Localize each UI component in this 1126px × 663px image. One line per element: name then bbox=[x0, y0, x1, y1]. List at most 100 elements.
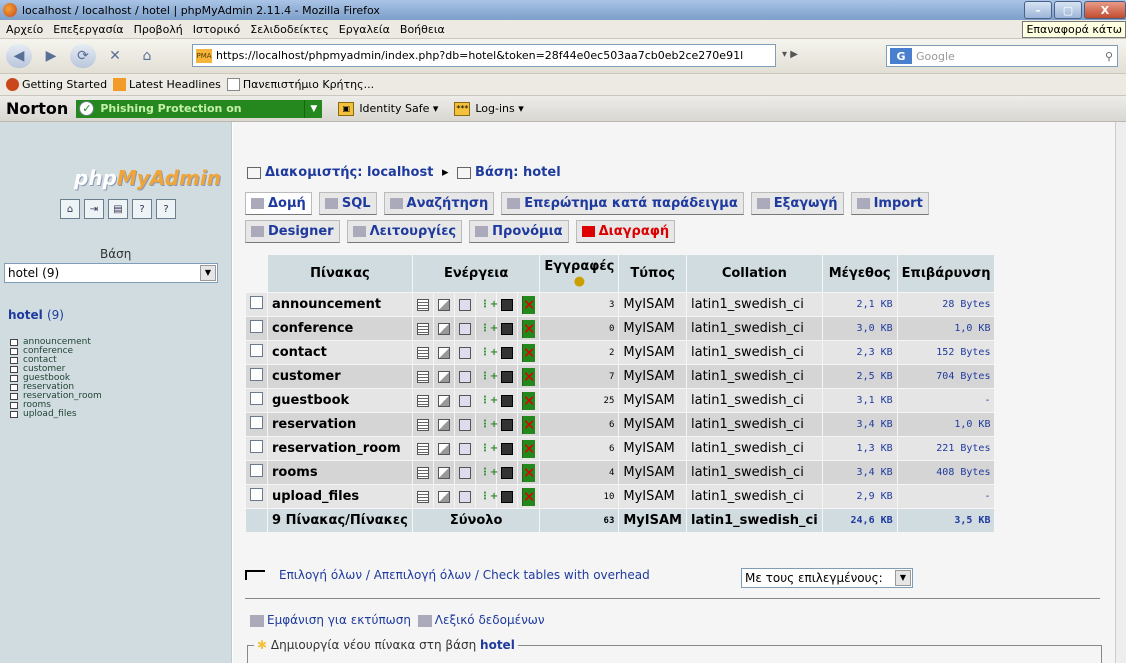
row-checkbox-cell[interactable] bbox=[246, 461, 267, 484]
search-icon[interactable] bbox=[458, 322, 471, 335]
insert-icon[interactable]: ⋮+ bbox=[480, 371, 498, 383]
browse-icon[interactable] bbox=[416, 490, 429, 503]
table-overhead[interactable]: 221 Bytes bbox=[897, 437, 995, 460]
empty-icon[interactable] bbox=[500, 490, 513, 503]
url-go-icons[interactable]: ▾ ▶ bbox=[782, 49, 798, 60]
table-name[interactable]: rooms bbox=[268, 461, 412, 484]
exit-icon[interactable]: ⇥ bbox=[84, 199, 104, 219]
drop-icon[interactable]: ✕ bbox=[521, 439, 536, 458]
table-size[interactable]: 3,0 KB bbox=[822, 317, 897, 340]
tab-search[interactable]: Αναζήτηση bbox=[383, 192, 495, 215]
insert-icon[interactable]: ⋮+ bbox=[480, 299, 498, 311]
insert-icon[interactable]: ⋮+ bbox=[480, 395, 498, 407]
maximize-button[interactable]: ▢ bbox=[1054, 1, 1082, 19]
log-ins[interactable]: *** Log-ins ▾ bbox=[454, 101, 524, 116]
empty-icon[interactable] bbox=[500, 394, 513, 407]
structure-icon-cell[interactable] bbox=[433, 365, 454, 388]
insert-icon-cell[interactable]: ⋮+ bbox=[475, 317, 498, 340]
search-icon[interactable] bbox=[458, 418, 471, 431]
tab-privileges[interactable]: Προνόμια bbox=[469, 220, 569, 243]
bookmark-latest-headlines[interactable]: Latest Headlines bbox=[113, 78, 221, 92]
empty-icon[interactable] bbox=[500, 418, 513, 431]
structure-icon-cell[interactable] bbox=[433, 461, 454, 484]
table-name[interactable]: customer bbox=[268, 365, 412, 388]
browse-icon-cell[interactable] bbox=[412, 461, 433, 484]
structure-icon-cell[interactable] bbox=[433, 389, 454, 412]
reload-button[interactable]: ⟳ bbox=[70, 44, 96, 68]
browse-icon-cell[interactable] bbox=[412, 365, 433, 388]
drop-icon-cell[interactable]: ✕ bbox=[517, 461, 540, 484]
empty-icon-cell[interactable] bbox=[496, 341, 517, 364]
search-icon[interactable] bbox=[458, 346, 471, 359]
browse-icon[interactable] bbox=[416, 394, 429, 407]
insert-icon[interactable]: ⋮+ bbox=[480, 347, 498, 359]
insert-icon-cell[interactable]: ⋮+ bbox=[475, 485, 498, 508]
google-engine-icon[interactable]: G bbox=[890, 48, 912, 64]
table-overhead[interactable]: - bbox=[897, 389, 995, 412]
drop-icon[interactable]: ✕ bbox=[521, 343, 536, 362]
search-icon-cell[interactable] bbox=[454, 485, 475, 508]
row-checkbox[interactable] bbox=[250, 392, 263, 405]
empty-icon-cell[interactable] bbox=[496, 389, 517, 412]
empty-icon-cell[interactable] bbox=[496, 437, 517, 460]
table-size[interactable]: 1,3 KB bbox=[822, 437, 897, 460]
search-icon[interactable] bbox=[458, 442, 471, 455]
stop-button[interactable]: ✕ bbox=[102, 44, 128, 68]
table-name[interactable]: contact bbox=[268, 341, 412, 364]
row-checkbox[interactable] bbox=[250, 464, 263, 477]
sql-query-icon[interactable]: ▤ bbox=[108, 199, 128, 219]
data-dictionary-link[interactable]: Λεξικό δεδομένων bbox=[435, 613, 545, 627]
empty-icon[interactable] bbox=[500, 466, 513, 479]
structure-icon-cell[interactable] bbox=[433, 413, 454, 436]
structure-icon-cell[interactable] bbox=[433, 317, 454, 340]
search-icon-cell[interactable] bbox=[454, 365, 475, 388]
row-checkbox[interactable] bbox=[250, 488, 263, 501]
search-icon-cell[interactable] bbox=[454, 389, 475, 412]
with-selected-select[interactable]: Με τους επιλεγμένους: ▼ bbox=[741, 568, 913, 588]
menu-history[interactable]: Ιστορικό bbox=[193, 23, 241, 36]
insert-icon[interactable]: ⋮+ bbox=[480, 323, 498, 335]
tab-export[interactable]: Εξαγωγή bbox=[750, 192, 844, 215]
close-button[interactable]: X bbox=[1084, 1, 1126, 19]
row-checkbox-cell[interactable] bbox=[246, 341, 267, 364]
phishing-protection[interactable]: ✓ Phishing Protection on bbox=[76, 99, 305, 118]
menu-file[interactable]: Αρχείο bbox=[6, 23, 43, 36]
table-size[interactable]: 2,3 KB bbox=[822, 341, 897, 364]
table-size[interactable]: 3,1 KB bbox=[822, 389, 897, 412]
drop-icon[interactable]: ✕ bbox=[521, 463, 536, 482]
drop-icon-cell[interactable]: ✕ bbox=[517, 293, 540, 316]
drop-icon[interactable]: ✕ bbox=[521, 295, 536, 314]
identity-safe[interactable]: ▣ Identity Safe ▾ bbox=[338, 101, 438, 116]
back-button[interactable]: ◀ bbox=[6, 44, 32, 68]
drop-icon-cell[interactable]: ✕ bbox=[517, 317, 540, 340]
table-size[interactable]: 3,4 KB bbox=[822, 461, 897, 484]
search-icon[interactable] bbox=[458, 298, 471, 311]
table-size[interactable]: 2,1 KB bbox=[822, 293, 897, 316]
browse-icon-cell[interactable] bbox=[412, 317, 433, 340]
empty-icon-cell[interactable] bbox=[496, 293, 517, 316]
search-icon-cell[interactable] bbox=[454, 413, 475, 436]
table-overhead[interactable]: 1,0 KB bbox=[897, 413, 995, 436]
minimize-button[interactable]: – bbox=[1024, 1, 1052, 19]
empty-icon[interactable] bbox=[500, 322, 513, 335]
browse-icon[interactable] bbox=[416, 346, 429, 359]
drop-icon[interactable]: ✕ bbox=[521, 319, 536, 338]
bookmark-getting-started[interactable]: Getting Started bbox=[6, 78, 107, 92]
empty-icon[interactable] bbox=[500, 442, 513, 455]
table-overhead[interactable]: 704 Bytes bbox=[897, 365, 995, 388]
row-checkbox-cell[interactable] bbox=[246, 365, 267, 388]
sql-docs-icon[interactable]: ? bbox=[156, 199, 176, 219]
structure-icon-cell[interactable] bbox=[433, 485, 454, 508]
home-icon[interactable]: ⌂ bbox=[134, 44, 160, 68]
table-overhead[interactable]: 1,0 KB bbox=[897, 317, 995, 340]
tab-designer[interactable]: Designer bbox=[245, 220, 340, 243]
table-size[interactable]: 2,9 KB bbox=[822, 485, 897, 508]
tab-sql[interactable]: SQL bbox=[318, 192, 377, 215]
row-checkbox[interactable] bbox=[250, 320, 263, 333]
browse-icon[interactable] bbox=[416, 370, 429, 383]
table-name[interactable]: reservation bbox=[268, 413, 412, 436]
structure-icon[interactable] bbox=[437, 346, 450, 359]
table-size[interactable]: 3,4 KB bbox=[822, 413, 897, 436]
drop-icon-cell[interactable]: ✕ bbox=[517, 437, 540, 460]
vertical-scrollbar[interactable] bbox=[1115, 122, 1126, 663]
